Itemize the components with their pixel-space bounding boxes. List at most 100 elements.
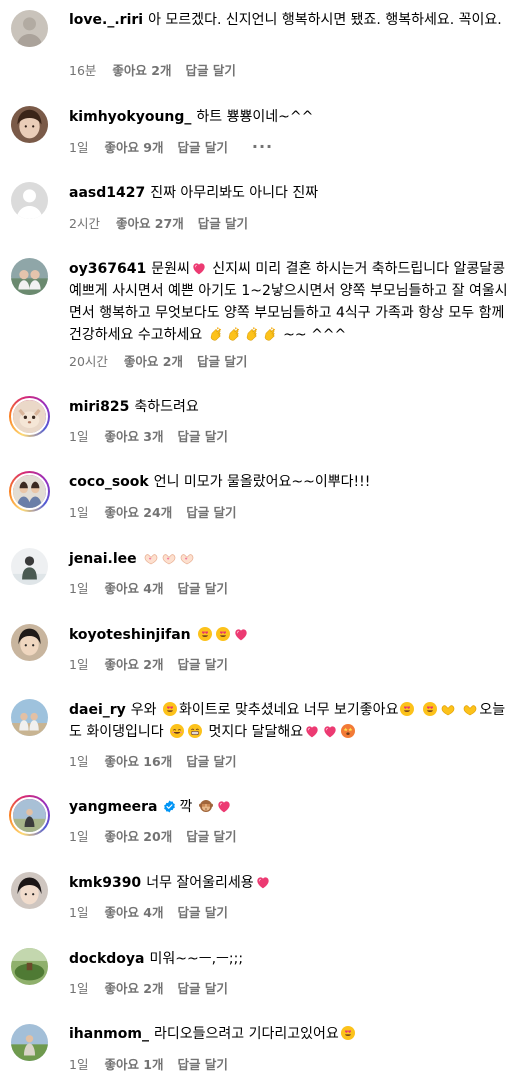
heart-hands-emoji-icon xyxy=(179,550,195,566)
reply-button[interactable]: 답글 달기 xyxy=(178,978,228,997)
username[interactable]: daei_ry xyxy=(69,702,126,718)
reply-button[interactable]: 답글 달기 xyxy=(178,1054,228,1073)
comment-time[interactable]: 16분 xyxy=(69,60,96,79)
comment-text: daei_ry 우와 화이트로 맞추셨네요 너무 보기좋아요 오늘도 화이댕입니다… xyxy=(69,701,506,740)
username[interactable]: love._.riri xyxy=(69,12,143,28)
heart-emoji-icon xyxy=(304,723,320,739)
reply-button[interactable]: 답글 달기 xyxy=(186,826,236,845)
username[interactable]: koyoteshinjifan xyxy=(69,627,191,643)
comment-meta: 1일 좋아요 1개 답글 달기 xyxy=(69,1054,228,1073)
clap-emoji-icon xyxy=(208,326,224,342)
comment-text: koyoteshinjifan xyxy=(69,624,514,646)
comment-text: kmk9390 너무 잘어울리세용 xyxy=(69,872,514,894)
comment-time[interactable]: 1일 xyxy=(69,1054,88,1073)
beaming-emoji-icon xyxy=(187,723,203,739)
reply-button[interactable]: 답글 달기 xyxy=(178,137,228,156)
avatar-story-ring[interactable] xyxy=(9,396,50,437)
likes-count[interactable]: 좋아요 20개 xyxy=(104,826,172,845)
avatar[interactable] xyxy=(11,872,48,909)
username[interactable]: coco_sook xyxy=(69,474,149,490)
avatar[interactable] xyxy=(11,624,48,661)
comment-meta: 1일 좋아요 16개 답글 달기 xyxy=(69,751,237,770)
heart-hands-emoji-icon xyxy=(143,550,159,566)
comment-text: yangmeera 깍 xyxy=(69,796,514,818)
avatar[interactable] xyxy=(11,258,48,295)
comment-text: coco_sook 언니 미모가 물올랐어요~~이뿌다!!! xyxy=(69,474,371,490)
comment-time[interactable]: 1일 xyxy=(69,978,88,997)
heart-eyes-emoji-icon xyxy=(215,626,231,642)
verified-badge-icon xyxy=(163,798,176,813)
comment-text: love._.riri 아 모르겠다. 신지언니 행복하시면 됐죠. 행복하세요.… xyxy=(69,12,502,28)
comment-time[interactable]: 1일 xyxy=(69,426,88,445)
likes-count[interactable]: 좋아요 2개 xyxy=(124,351,183,370)
username[interactable]: ihanmom_ xyxy=(69,1026,149,1042)
username[interactable]: dockdoya xyxy=(69,951,144,967)
comment-text: jenai.lee xyxy=(69,548,514,570)
heart-eyes-emoji-icon xyxy=(422,701,438,717)
comment-text: aasd1427 진짜 아무리봐도 아니다 진짜 xyxy=(69,185,319,201)
reply-button[interactable]: 답글 달기 xyxy=(186,751,236,770)
heart-hands-emoji-icon xyxy=(161,550,177,566)
comment-meta: 1일 좋아요 2개 답글 달기 xyxy=(69,654,228,673)
reply-button[interactable]: 답글 달기 xyxy=(178,654,228,673)
heart-emoji-icon xyxy=(255,874,271,890)
avatar[interactable] xyxy=(11,699,48,736)
heart-hands-emoji-icon xyxy=(440,701,456,717)
heart-hands-emoji-icon xyxy=(462,701,478,717)
comment-meta: 1일 좋아요 4개 답글 달기 xyxy=(69,902,228,921)
username[interactable]: kimhyokyoung_ xyxy=(69,109,191,125)
likes-count[interactable]: 좋아요 4개 xyxy=(104,578,163,597)
comment-time[interactable]: 1일 xyxy=(69,137,88,156)
comment-time[interactable]: 2시간 xyxy=(69,213,100,232)
likes-count[interactable]: 좋아요 9개 xyxy=(104,137,163,156)
likes-count[interactable]: 좋아요 24개 xyxy=(104,502,172,521)
avatar[interactable] xyxy=(11,1024,48,1061)
heart-eyes-emoji-icon xyxy=(340,1025,356,1041)
username[interactable]: miri825 xyxy=(69,399,129,415)
likes-count[interactable]: 좋아요 27개 xyxy=(116,213,184,232)
likes-count[interactable]: 좋아요 2개 xyxy=(104,654,163,673)
heart-emoji-icon xyxy=(191,260,207,276)
reply-button[interactable]: 답글 달기 xyxy=(186,502,236,521)
username[interactable]: aasd1427 xyxy=(69,185,145,201)
reply-button[interactable]: 답글 달기 xyxy=(185,60,235,79)
reply-button[interactable]: 답글 달기 xyxy=(198,213,248,232)
comment-time[interactable]: 1일 xyxy=(69,502,88,521)
comment-text: ihanmom_ 라디오들으려고 기다리고있어요 xyxy=(69,1023,514,1045)
likes-count[interactable]: 좋아요 1개 xyxy=(104,1054,163,1073)
heart-emoji-icon xyxy=(322,723,338,739)
more-options-icon[interactable]: ··· xyxy=(252,137,273,156)
username[interactable]: jenai.lee xyxy=(69,551,137,567)
avatar[interactable] xyxy=(11,948,48,985)
reply-button[interactable]: 답글 달기 xyxy=(178,426,228,445)
monkey-emoji-icon xyxy=(198,798,214,814)
heart-eyes-emoji-icon xyxy=(162,701,178,717)
avatar-story-ring[interactable] xyxy=(9,795,50,836)
reply-button[interactable]: 답글 달기 xyxy=(197,351,247,370)
avatar[interactable] xyxy=(11,106,48,143)
comment-time[interactable]: 1일 xyxy=(69,654,88,673)
likes-count[interactable]: 좋아요 3개 xyxy=(104,426,163,445)
likes-count[interactable]: 좋아요 2개 xyxy=(104,978,163,997)
comment-time[interactable]: 1일 xyxy=(69,751,88,770)
comment-text: oy367641 문원씨 신지씨 미리 결혼 하시는거 축하드립니다 알콩달콩 예… xyxy=(69,260,508,343)
username[interactable]: yangmeera xyxy=(69,799,158,815)
comment-meta: 1일 좋아요 2개 답글 달기 xyxy=(69,978,228,997)
username[interactable]: kmk9390 xyxy=(69,875,141,891)
reply-button[interactable]: 답글 달기 xyxy=(178,902,228,921)
avatar[interactable] xyxy=(11,10,48,47)
reply-button[interactable]: 답글 달기 xyxy=(178,578,228,597)
likes-count[interactable]: 좋아요 2개 xyxy=(112,60,171,79)
avatar-story-ring[interactable] xyxy=(9,471,50,512)
comment-time[interactable]: 1일 xyxy=(69,902,88,921)
comment-meta: 1일 좋아요 3개 답글 달기 xyxy=(69,426,228,445)
username[interactable]: oy367641 xyxy=(69,261,146,277)
avatar[interactable] xyxy=(11,548,48,585)
comment-time[interactable]: 1일 xyxy=(69,578,88,597)
likes-count[interactable]: 좋아요 16개 xyxy=(104,751,172,770)
likes-count[interactable]: 좋아요 4개 xyxy=(104,902,163,921)
comment-time[interactable]: 1일 xyxy=(69,826,88,845)
comment-time[interactable]: 20시간 xyxy=(69,351,108,370)
avatar[interactable] xyxy=(11,182,48,219)
comment-text: miri825 축하드려요 xyxy=(69,399,199,415)
